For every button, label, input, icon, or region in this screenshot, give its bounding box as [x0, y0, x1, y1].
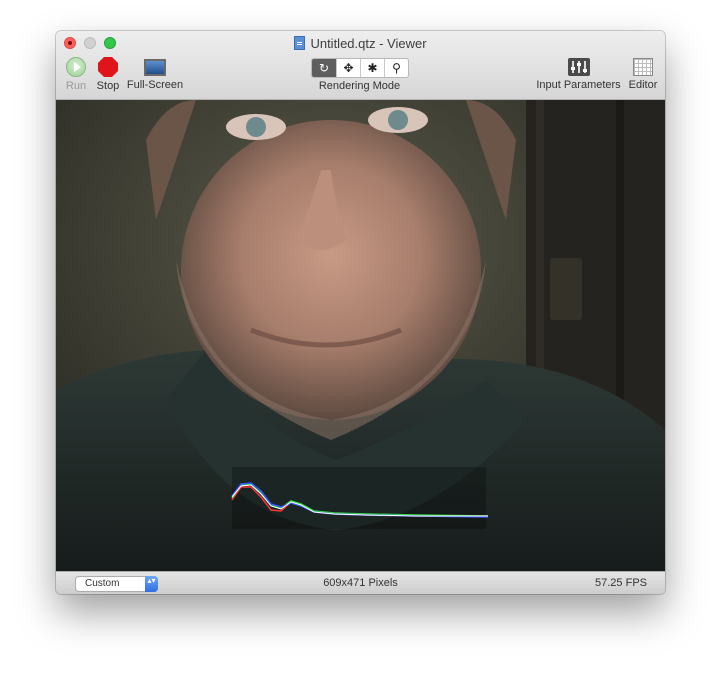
- monitor-icon: [144, 59, 166, 76]
- grid-icon: [633, 58, 653, 76]
- fullscreen-button[interactable]: Full-Screen: [127, 57, 183, 91]
- editor-button[interactable]: Editor: [626, 57, 660, 91]
- move-icon[interactable]: ✥: [336, 59, 360, 77]
- document-icon: [294, 36, 306, 50]
- sliders-icon: [567, 58, 590, 76]
- status-bar: Custom ▴▾ 609x471 Pixels 57.25 FPS: [56, 571, 665, 594]
- run-label: Run: [65, 80, 87, 92]
- stop-label: Stop: [96, 80, 120, 92]
- editor-label: Editor: [628, 79, 658, 91]
- input-parameters-button[interactable]: Input Parameters: [536, 57, 621, 91]
- render-viewport[interactable]: [56, 100, 665, 571]
- refresh-icon[interactable]: ↻: [312, 59, 336, 77]
- stop-icon: [98, 57, 118, 77]
- rendering-mode-control[interactable]: ↻ ✥ ✱ ⚲: [311, 58, 409, 78]
- viewer-window: Untitled.qtz - Viewer Run Stop Full-Scre…: [56, 31, 665, 594]
- play-icon: [66, 57, 86, 77]
- window-title: Untitled.qtz - Viewer: [56, 35, 665, 51]
- run-button[interactable]: Run: [64, 57, 88, 92]
- fps-readout: 57.25 FPS: [595, 577, 647, 589]
- magnifier-icon[interactable]: ⚲: [384, 59, 408, 77]
- rendering-mode-label: Rendering Mode: [318, 80, 401, 92]
- title-toolbar: Untitled.qtz - Viewer Run Stop Full-Scre…: [56, 31, 665, 100]
- dimensions-readout: 609x471 Pixels: [323, 577, 398, 589]
- stop-button[interactable]: Stop: [96, 57, 120, 92]
- input-parameters-label: Input Parameters: [536, 79, 621, 91]
- webcam-frame: [56, 100, 665, 571]
- bug-icon[interactable]: ✱: [360, 59, 384, 77]
- fullscreen-label: Full-Screen: [126, 79, 184, 91]
- window-title-text: Untitled.qtz - Viewer: [310, 35, 427, 51]
